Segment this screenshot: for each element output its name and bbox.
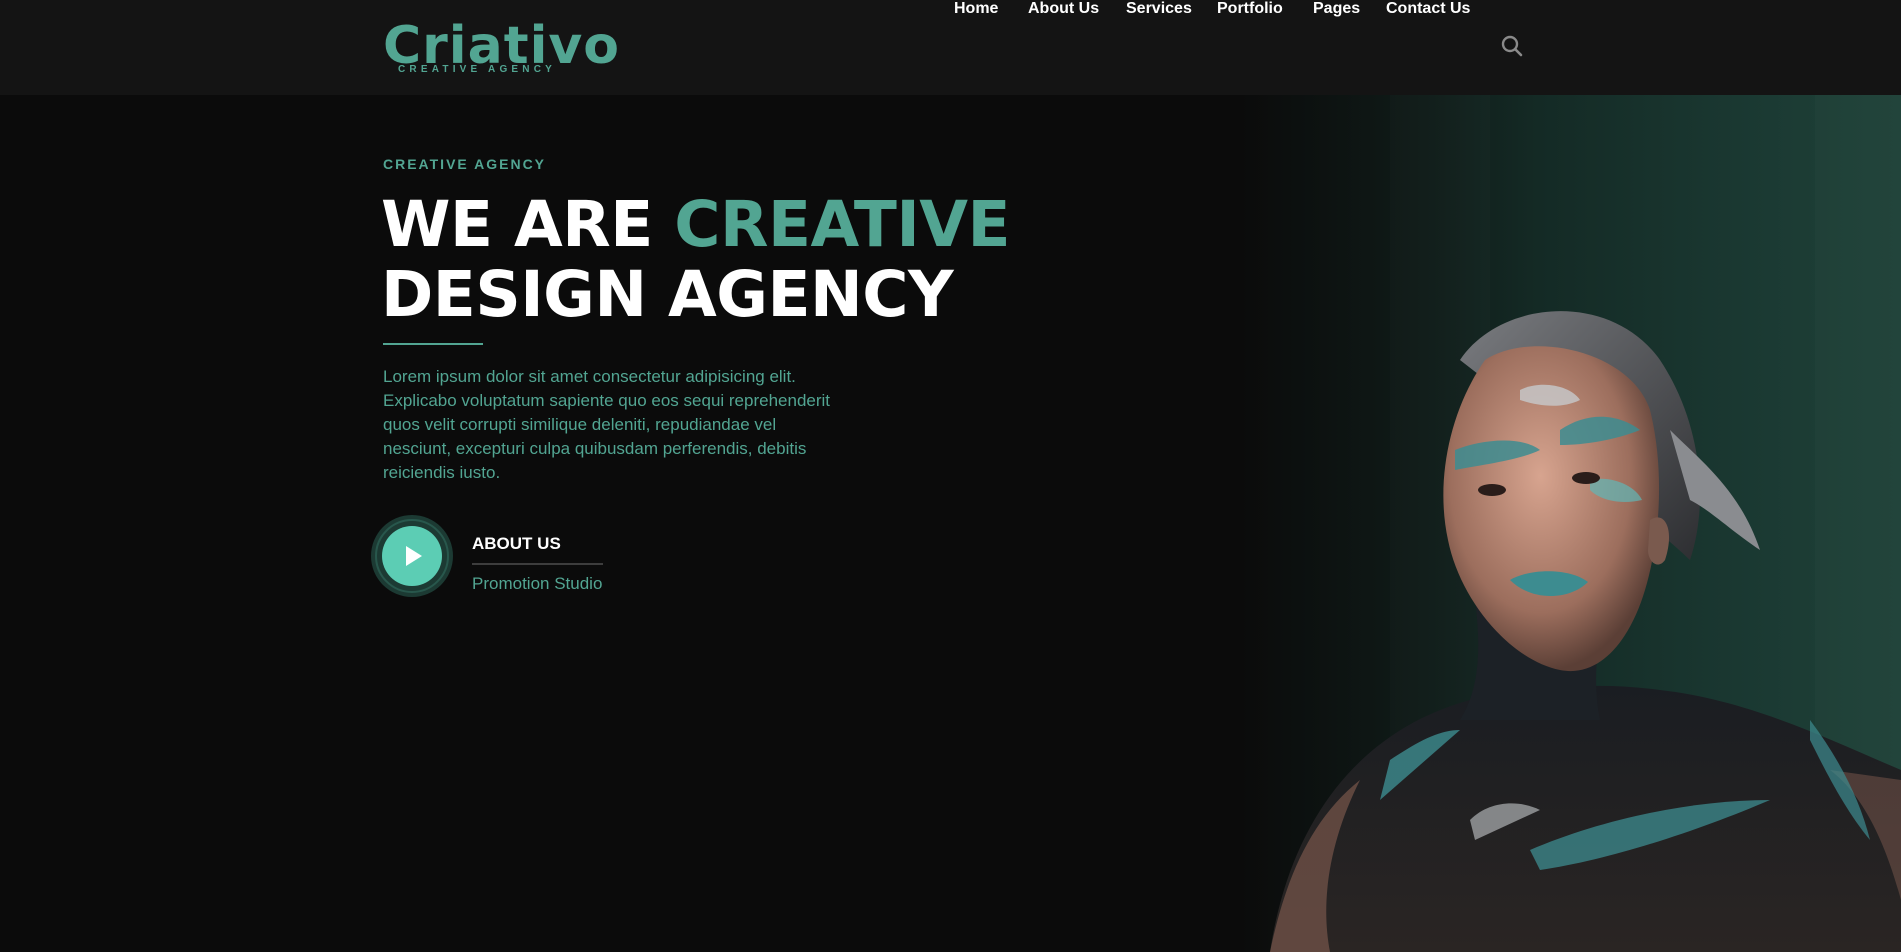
hero-description: Lorem ipsum dolor sit amet consectetur a…	[383, 365, 853, 485]
headline-accent: CREATIVE	[674, 188, 1011, 261]
nav-contact-us[interactable]: Contact Us	[1386, 0, 1470, 18]
hero-eyebrow: CREATIVE AGENCY	[383, 156, 547, 172]
hero-divider	[383, 343, 483, 345]
about-underline	[472, 563, 603, 565]
nav-pages[interactable]: Pages	[1313, 0, 1360, 18]
headline-part1: WE ARE	[381, 188, 653, 261]
nav-portfolio[interactable]: Portfolio	[1217, 0, 1283, 18]
description-line: nesciunt, excepturi culpa quibusdam perf…	[383, 439, 807, 458]
play-icon	[371, 515, 453, 597]
face-paint-portrait	[1270, 311, 1901, 952]
logo-tagline: CREATIVE AGENCY	[398, 64, 557, 75]
logo[interactable]: Criativo CREATIVE AGENCY	[383, 20, 619, 80]
description-line: reiciendis iusto.	[383, 463, 501, 482]
nav-services[interactable]: Services	[1126, 0, 1192, 18]
site-header: Criativo CREATIVE AGENCY Home About Us S…	[0, 0, 1901, 95]
about-us-link[interactable]: ABOUT US	[472, 534, 561, 554]
nav-home[interactable]: Home	[954, 0, 998, 18]
about-subtitle: Promotion Studio	[472, 574, 603, 593]
description-line: quos velit corrupti similique deleniti, …	[383, 415, 777, 434]
nav-about-us[interactable]: About Us	[1028, 0, 1099, 18]
search-button[interactable]	[1500, 34, 1524, 58]
search-icon	[1501, 35, 1523, 57]
headline-line2: DESIGN AGENCY	[381, 258, 954, 331]
play-video-button[interactable]	[370, 514, 454, 598]
hero-headline: WE ARE CREATIVE DESIGN AGENCY	[381, 190, 1081, 330]
description-line: Lorem ipsum dolor sit amet consectetur a…	[383, 367, 796, 386]
page: Criativo CREATIVE AGENCY Home About Us S…	[0, 0, 1901, 952]
description-line: Explicabo voluptatum sapiente quo eos se…	[383, 391, 831, 410]
